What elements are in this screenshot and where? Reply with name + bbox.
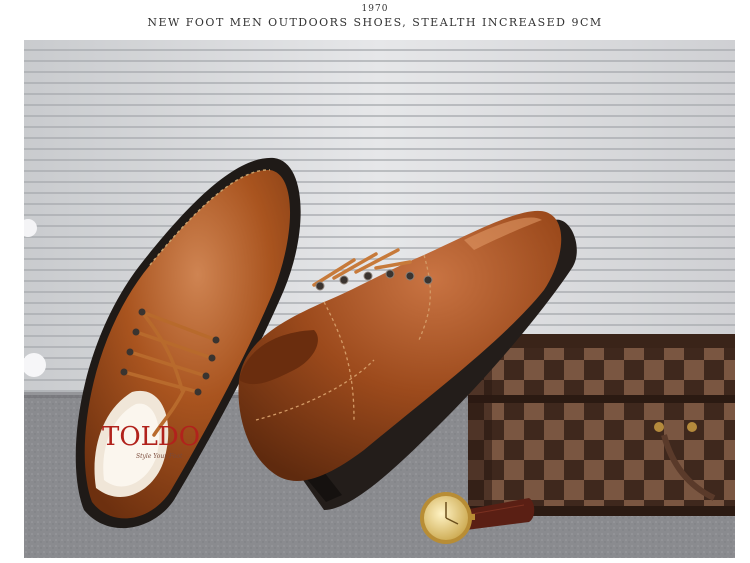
product-title: NEW FOOT MEN OUTDOORS SHOES, STEALTH INC… xyxy=(147,16,603,29)
header: 1970 NEW FOOT MEN OUTDOORS SHOES, STEALT… xyxy=(0,0,750,40)
product-photo: TOLDO Style Your Foot xyxy=(24,40,735,558)
product-code: 1970 xyxy=(361,4,389,14)
checkered-case xyxy=(468,334,735,516)
insole-tagline-text: Style Your Foot xyxy=(136,453,183,460)
insole-brand-text: TOLDO xyxy=(102,422,200,452)
product-photo-illustration: TOLDO Style Your Foot xyxy=(24,40,735,558)
